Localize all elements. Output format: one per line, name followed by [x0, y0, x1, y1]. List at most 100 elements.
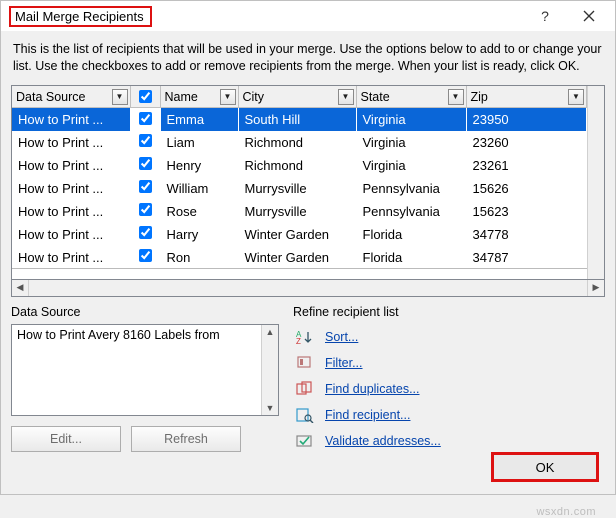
cell-state: Virginia [356, 108, 466, 131]
close-icon [583, 10, 595, 22]
row-checkbox[interactable] [139, 226, 152, 239]
cell-state: Pennsylvania [356, 177, 466, 200]
cell-checkbox[interactable] [130, 108, 160, 131]
row-checkbox[interactable] [139, 112, 152, 125]
dropdown-icon[interactable]: ▼ [338, 89, 354, 105]
cell-city: South Hill [238, 108, 356, 131]
cell-data-source: How to Print ... [12, 154, 130, 177]
cell-state: Florida [356, 223, 466, 246]
col-data-source[interactable]: Data Source ▼ [12, 86, 130, 108]
row-checkbox[interactable] [139, 203, 152, 216]
row-checkbox[interactable] [139, 249, 152, 262]
col-state[interactable]: State ▼ [356, 86, 466, 108]
cell-name: Emma [160, 108, 238, 131]
cell-name: Harry [160, 223, 238, 246]
grid-horizontal-scrollbar[interactable]: ◀ ▶ [11, 280, 605, 297]
cell-zip: 23950 [466, 108, 587, 131]
data-source-panel: Data Source How to Print Avery 8160 Labe… [11, 305, 279, 454]
col-select-all[interactable] [130, 86, 160, 108]
refresh-button[interactable]: Refresh [131, 426, 241, 452]
find-duplicates-link[interactable]: Find duplicates... [325, 382, 420, 396]
cell-name: Liam [160, 131, 238, 154]
cell-checkbox[interactable] [130, 200, 160, 223]
table-row[interactable]: How to Print ... WilliamMurrysvillePennsy… [12, 177, 587, 200]
find-recipient-link[interactable]: Find recipient... [325, 408, 410, 422]
close-button[interactable] [567, 2, 611, 30]
row-checkbox[interactable] [139, 180, 152, 193]
duplicates-icon [295, 380, 315, 398]
table-row[interactable]: How to Print ...LiamRichmondVirginia2326… [12, 131, 587, 154]
instruction-text: This is the list of recipients that will… [1, 31, 615, 81]
cell-name: Ron [160, 246, 238, 269]
cell-zip: 34787 [466, 246, 587, 269]
sort-link-row: AZ Sort... [293, 324, 605, 350]
cell-city: Winter Garden [238, 223, 356, 246]
find-recipient-icon [295, 406, 315, 424]
titlebar: Mail Merge Recipients ? [1, 1, 615, 31]
scroll-right-icon[interactable]: ▶ [587, 280, 604, 296]
edit-button[interactable]: Edit... [11, 426, 121, 452]
cell-zip: 15623 [466, 200, 587, 223]
recipients-grid: Data Source ▼ Name ▼ City ▼ [11, 85, 605, 280]
cell-checkbox[interactable] [130, 154, 160, 177]
cell-data-source: How to Print ... [12, 223, 130, 246]
table-row[interactable]: How to Print ...RoseMurrysvillePennsylva… [12, 200, 587, 223]
col-zip[interactable]: Zip ▼ [466, 86, 587, 108]
dropdown-icon[interactable]: ▼ [220, 89, 236, 105]
sort-icon: AZ [295, 328, 315, 346]
data-source-label: Data Source [11, 305, 279, 319]
svg-text:Z: Z [296, 337, 301, 345]
table-row[interactable]: How to Print ...RonWinter GardenFlorida3… [12, 246, 587, 269]
col-name[interactable]: Name ▼ [160, 86, 238, 108]
cell-state: Virginia [356, 154, 466, 177]
filter-link[interactable]: Filter... [325, 356, 363, 370]
table-row[interactable]: How to Print ...HenryRichmondVirginia232… [12, 154, 587, 177]
row-checkbox[interactable] [139, 134, 152, 147]
sort-link[interactable]: Sort... [325, 330, 358, 344]
ds-scrollbar[interactable]: ▲▼ [261, 325, 278, 415]
select-all-checkbox[interactable] [139, 90, 152, 103]
cell-zip: 23261 [466, 154, 587, 177]
cell-checkbox[interactable] [130, 246, 160, 269]
grid-vertical-scrollbar[interactable] [587, 86, 604, 279]
dropdown-icon[interactable]: ▼ [448, 89, 464, 105]
validate-icon [295, 432, 315, 450]
cell-city: Richmond [238, 154, 356, 177]
duplicates-link-row: Find duplicates... [293, 376, 605, 402]
cell-data-source: How to Print ... [12, 108, 130, 131]
cell-checkbox[interactable] [130, 223, 160, 246]
refine-panel: Refine recipient list AZ Sort... Filter.… [293, 305, 605, 454]
cell-zip: 34778 [466, 223, 587, 246]
mail-merge-recipients-dialog: Mail Merge Recipients ? This is the list… [0, 0, 616, 495]
cell-zip: 15626 [466, 177, 587, 200]
table-row[interactable]: How to Print ... HarryWinter GardenFlorid… [12, 223, 587, 246]
table-row[interactable]: How to Print ... EmmaSouth HillVirginia23… [12, 108, 587, 131]
dropdown-icon[interactable]: ▼ [568, 89, 584, 105]
cell-zip: 23260 [466, 131, 587, 154]
find-recipient-link-row: Find recipient... [293, 402, 605, 428]
ok-button[interactable]: OK [491, 452, 599, 482]
data-source-list[interactable]: How to Print Avery 8160 Labels from ▲▼ [11, 324, 279, 416]
validate-addresses-link[interactable]: Validate addresses... [325, 434, 441, 448]
cell-state: Pennsylvania [356, 200, 466, 223]
cell-name: William [160, 177, 238, 200]
cell-city: Murrysville [238, 200, 356, 223]
cell-data-source: How to Print ... [12, 246, 130, 269]
row-checkbox[interactable] [139, 157, 152, 170]
help-button[interactable]: ? [523, 2, 567, 30]
cell-data-source: How to Print ... [12, 200, 130, 223]
watermark: wsxdn.com [536, 506, 596, 518]
cell-city: Murrysville [238, 177, 356, 200]
filter-link-row: Filter... [293, 350, 605, 376]
filter-icon [295, 354, 315, 372]
refine-label: Refine recipient list [293, 305, 605, 319]
col-city[interactable]: City ▼ [238, 86, 356, 108]
data-source-item[interactable]: How to Print Avery 8160 Labels from [17, 328, 220, 342]
scroll-left-icon[interactable]: ◀ [12, 280, 29, 296]
cell-state: Florida [356, 246, 466, 269]
cell-data-source: How to Print ... [12, 177, 130, 200]
cell-checkbox[interactable] [130, 177, 160, 200]
cell-checkbox[interactable] [130, 131, 160, 154]
dropdown-icon[interactable]: ▼ [112, 89, 128, 105]
validate-link-row: Validate addresses... [293, 428, 605, 454]
